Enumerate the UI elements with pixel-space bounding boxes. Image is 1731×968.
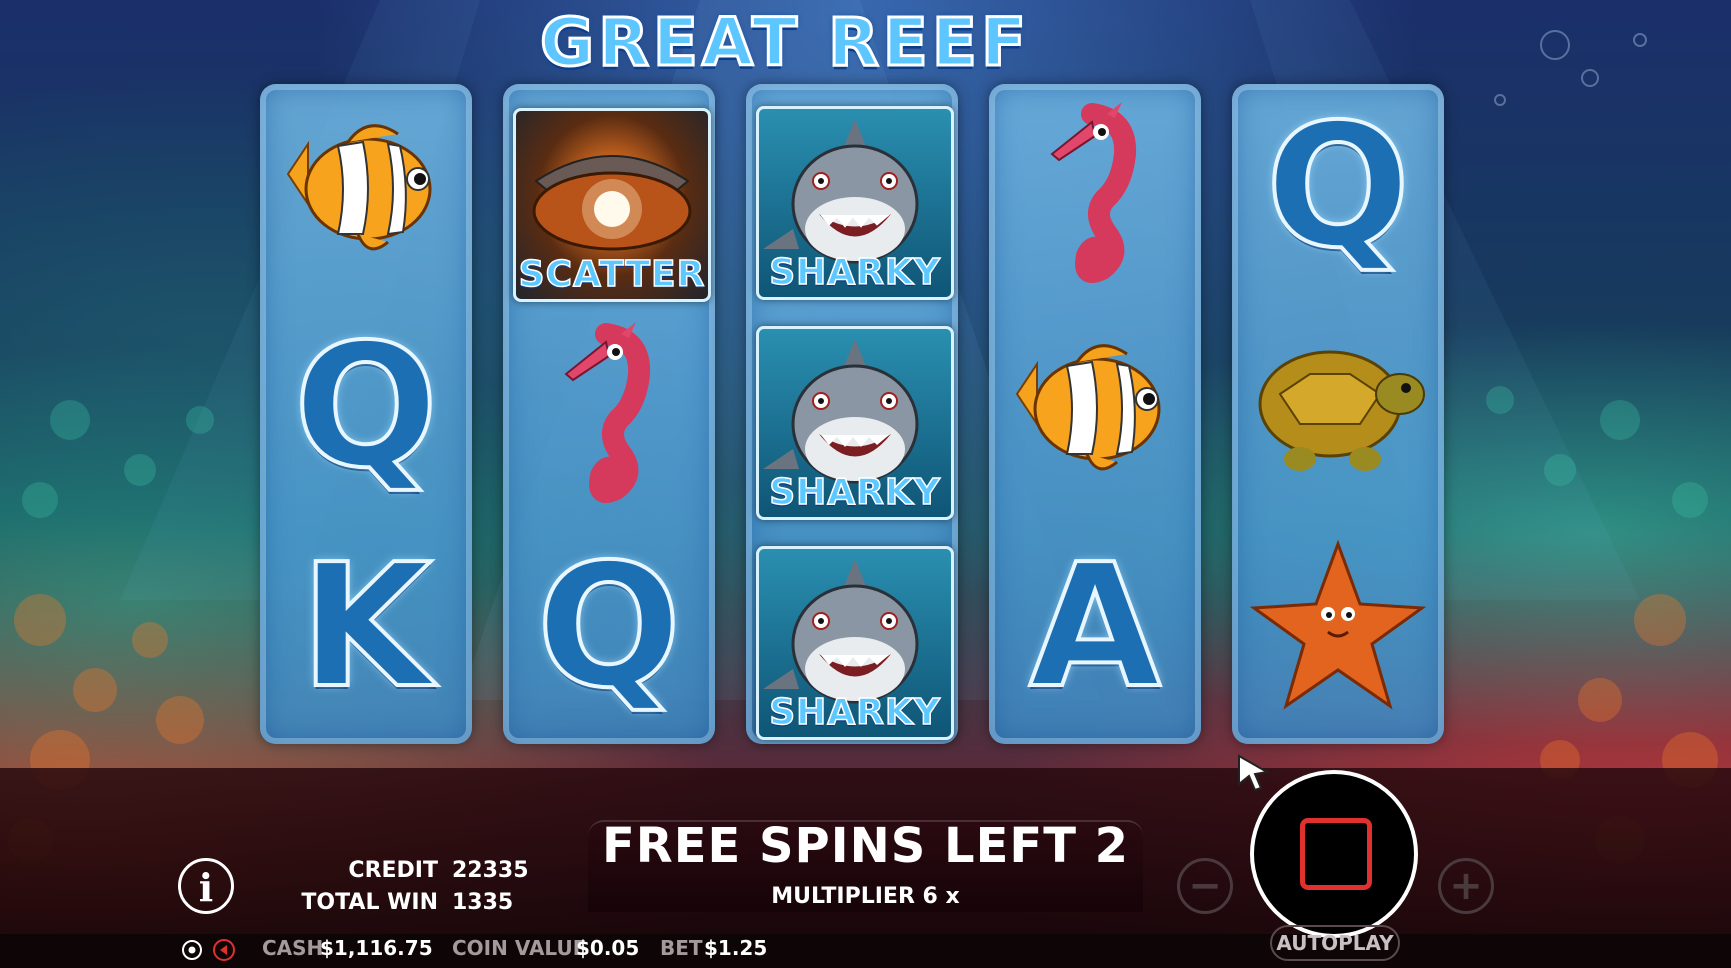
symbol-starfish — [1240, 524, 1436, 730]
sharky-label: SHARKY — [768, 691, 941, 734]
game-stage: GREAT REEF Q K SCATTER Q SHARKY SHARKY S… — [0, 0, 1731, 968]
letter-k: K — [298, 526, 434, 728]
bottom-status-bar — [0, 934, 1731, 968]
symbol-clownfish — [268, 84, 464, 290]
symbol-sharky: SHARKY — [756, 326, 954, 520]
free-spins-left-text: FREE SPINS LEFT 2 — [601, 818, 1130, 874]
coin-value-label: COIN VALUE — [452, 936, 587, 960]
letter-q: Q — [1264, 86, 1413, 288]
symbol-letter-q: Q — [1240, 84, 1436, 290]
game-title: GREAT REEF — [538, 3, 1031, 83]
info-icon: i — [198, 865, 214, 910]
cash-value: $1,116.75 — [320, 936, 433, 960]
sharky-label: SHARKY — [768, 251, 941, 294]
symbol-seahorse — [997, 84, 1193, 290]
credit-value: 22335 — [452, 858, 529, 883]
sharky-label: SHARKY — [768, 471, 941, 514]
cursor-icon — [1238, 754, 1270, 792]
symbol-scatter: SCATTER — [513, 108, 711, 302]
symbol-turtle — [1240, 304, 1436, 510]
letter-a: A — [1027, 526, 1163, 728]
settings-icon[interactable] — [180, 938, 204, 962]
info-button[interactable]: i — [178, 858, 234, 914]
symbol-letter-k: K — [268, 524, 464, 730]
seahorse-icon — [1050, 102, 1137, 283]
decrease-bet-button[interactable]: − — [1177, 858, 1233, 914]
cash-label: CASH — [262, 936, 324, 960]
reel-1: Q K — [260, 84, 472, 744]
scatter-label: SCATTER — [518, 253, 706, 296]
symbol-sharky: SHARKY — [756, 106, 954, 300]
reel-4: A — [989, 84, 1201, 744]
total-win-label: TOTAL WIN — [301, 890, 438, 915]
clownfish-icon — [1015, 344, 1161, 471]
reel-3: SHARKY SHARKY SHARKY — [746, 84, 958, 744]
symbol-letter-q: Q — [268, 304, 464, 510]
multiplier-text: MULTIPLIER 6 x — [771, 884, 960, 909]
stop-spin-button[interactable] — [1250, 770, 1418, 938]
stop-icon — [1300, 818, 1372, 890]
clownfish-icon — [286, 124, 432, 251]
sound-icon[interactable] — [212, 938, 236, 962]
coin-value-value: $0.05 — [576, 936, 640, 960]
symbol-letter-a: A — [997, 524, 1193, 730]
letter-q: Q — [292, 306, 441, 508]
symbol-seahorse — [511, 304, 707, 510]
increase-bet-button[interactable]: + — [1438, 858, 1494, 914]
reel-5: Q — [1232, 84, 1444, 744]
bet-value: $1.25 — [704, 936, 768, 960]
bet-label: BET — [660, 936, 703, 960]
turtle-icon — [1258, 350, 1425, 471]
autoplay-button[interactable]: AUTOPLAY — [1270, 925, 1400, 961]
total-win-value: 1335 — [452, 890, 514, 915]
symbol-letter-q: Q — [511, 524, 707, 730]
reel-2: SCATTER Q — [503, 84, 715, 744]
credit-label: CREDIT — [348, 858, 438, 883]
letter-q: Q — [535, 526, 684, 728]
symbol-clownfish — [997, 304, 1193, 510]
seahorse-icon — [564, 322, 651, 503]
symbol-sharky: SHARKY — [756, 546, 954, 740]
starfish-icon — [1249, 539, 1427, 710]
